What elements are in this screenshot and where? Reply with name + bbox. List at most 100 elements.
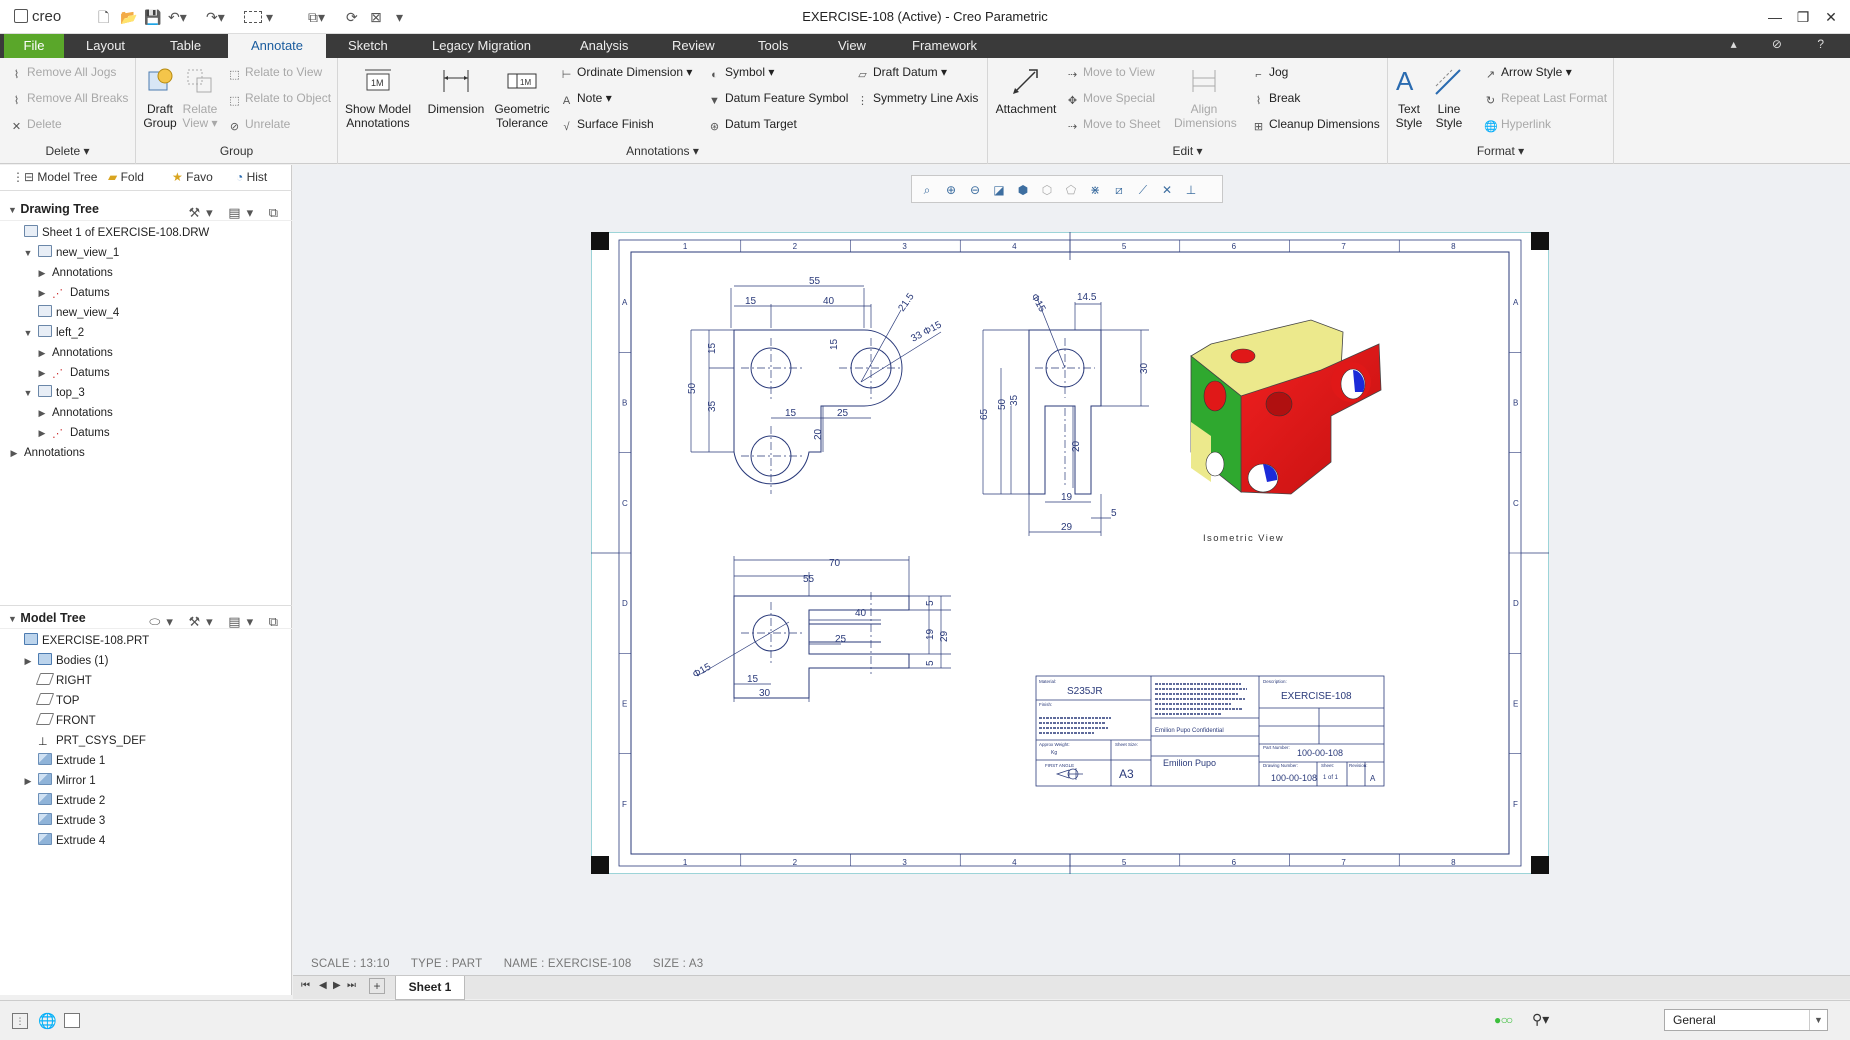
annotations-group-label[interactable]: Annotations ▾ bbox=[338, 144, 987, 158]
zoom-out-icon[interactable]: ⊖ bbox=[966, 181, 984, 199]
undo-icon[interactable]: ↶▾ bbox=[168, 9, 187, 25]
dim-35[interactable]: 35 bbox=[707, 400, 718, 412]
dim-25[interactable]: 25 bbox=[837, 408, 849, 419]
tree-row[interactable]: ⊥ PRT_CSYS_DEF bbox=[0, 731, 146, 751]
attachment-button[interactable]: Attachment bbox=[990, 64, 1062, 116]
dim-25-top[interactable]: 25 bbox=[835, 634, 847, 645]
expand-node-icon[interactable]: ▶ bbox=[36, 283, 48, 303]
drawing-tree-header[interactable]: ▼ Drawing Tree ⚒▾ ▤▾ ⧉ bbox=[0, 197, 292, 221]
view-manager-icon[interactable]: ⬠ bbox=[1062, 181, 1080, 199]
relate-to-object-button[interactable]: ⬚ Relate to Object bbox=[228, 90, 331, 108]
close-window-icon[interactable]: ⊠ bbox=[370, 9, 382, 25]
expand-node-icon[interactable]: ▶ bbox=[22, 771, 34, 791]
dim-29-top[interactable]: 29 bbox=[939, 630, 950, 642]
dim-30-top[interactable]: 30 bbox=[759, 688, 771, 699]
tb-part-number[interactable]: 100-00-108 bbox=[1297, 748, 1343, 758]
line-style-button[interactable]: Line Style bbox=[1430, 64, 1468, 130]
draft-group-button[interactable]: Draft Group bbox=[140, 64, 180, 130]
display-style-icon[interactable]: ⬢ bbox=[1014, 181, 1032, 199]
tb-material[interactable]: S235JR bbox=[1067, 686, 1103, 697]
dim-65[interactable]: 65 bbox=[979, 408, 990, 420]
format-group-label[interactable]: Format ▾ bbox=[1388, 144, 1613, 158]
dim-15-low[interactable]: 15 bbox=[785, 408, 797, 419]
tree-row[interactable]: Sheet 1 of EXERCISE-108.DRW bbox=[0, 223, 209, 243]
tab-file[interactable]: File bbox=[4, 34, 64, 58]
tb-author[interactable]: Emilion Pupo bbox=[1163, 758, 1216, 768]
tree-row[interactable]: ▶ ⋰ Datums bbox=[0, 423, 110, 443]
dim-20[interactable]: 20 bbox=[813, 428, 824, 440]
expand-node-icon[interactable]: ▶ bbox=[36, 423, 48, 443]
collapse-node-icon[interactable]: ▼ bbox=[22, 383, 34, 403]
tree-row[interactable]: ▼ top_3 bbox=[0, 383, 85, 403]
select-dropdown-icon[interactable]: ▾ bbox=[266, 9, 273, 25]
expand-node-icon[interactable]: ▶ bbox=[36, 363, 48, 383]
collapse-node-icon[interactable]: ▼ bbox=[22, 323, 34, 343]
save-icon[interactable]: 💾 bbox=[144, 9, 161, 25]
delete-group-label[interactable]: Delete ▾ bbox=[0, 144, 135, 158]
tab-layout[interactable]: Layout bbox=[72, 34, 139, 58]
tree-row[interactable]: ▶ ⋰ Datums bbox=[0, 283, 110, 303]
plane-display-icon[interactable]: ⧄ bbox=[1110, 181, 1128, 199]
expand-node-icon[interactable]: ▶ bbox=[36, 403, 48, 423]
remove-all-jogs-button[interactable]: ⌇ Remove All Jogs bbox=[10, 64, 117, 82]
new-file-icon[interactable]: 🗋 bbox=[98, 9, 109, 25]
dimension-button[interactable]: Dimension bbox=[424, 64, 488, 116]
model-tree-header[interactable]: ▼ Model Tree ⬭▾ ⚒▾ ▤▾ ⧉ bbox=[0, 605, 292, 629]
dim-5-top-b[interactable]: 5 bbox=[925, 660, 936, 666]
tab-review[interactable]: Review bbox=[658, 34, 729, 58]
move-to-view-button[interactable]: ⇢ Move to View bbox=[1066, 64, 1155, 82]
dim-50[interactable]: 50 bbox=[687, 382, 698, 394]
expand-node-icon[interactable]: ▶ bbox=[36, 263, 48, 283]
symmetry-line-axis-button[interactable]: ⋮ Symmetry Line Axis bbox=[856, 90, 978, 108]
dim-55[interactable]: 55 bbox=[809, 276, 821, 287]
text-style-button[interactable]: A Text Style bbox=[1390, 64, 1428, 130]
tab-model-tree[interactable]: ⋮⊟ Model Tree bbox=[12, 170, 97, 184]
drawing-sheet[interactable]: 1122334455667788A AB BC CD DE EF F 55 40 15 21… bbox=[591, 232, 1549, 874]
maximize-icon[interactable]: ❐ bbox=[1788, 6, 1818, 28]
tree-row[interactable]: ▼ new_view_1 bbox=[0, 243, 119, 263]
jog-button[interactable]: ⌐ Jog bbox=[1252, 64, 1288, 82]
datum-display-icon[interactable]: ⋇ bbox=[1086, 181, 1104, 199]
tree-row[interactable]: FRONT bbox=[0, 711, 96, 731]
show-model-annotations-button[interactable]: 1M Show Model Annotations bbox=[338, 64, 418, 130]
tree-row[interactable]: ▶ Annotations bbox=[0, 343, 113, 363]
edit-group-label[interactable]: Edit ▾ bbox=[988, 144, 1387, 158]
selection-filter[interactable]: General ▼ bbox=[1664, 1009, 1828, 1031]
tab-history[interactable]: ◔ Hist bbox=[236, 170, 267, 184]
surface-finish-button[interactable]: √ Surface Finish bbox=[560, 116, 653, 134]
next-sheet-icon[interactable]: ▶ bbox=[333, 980, 341, 991]
symbol-button[interactable]: ◐ Symbol ▾ bbox=[708, 64, 774, 82]
dim-20-side[interactable]: 20 bbox=[1071, 440, 1082, 452]
arrow-style-button[interactable]: ↗ Arrow Style ▾ bbox=[1484, 64, 1572, 82]
tree-row[interactable]: ▶ Annotations bbox=[0, 403, 113, 423]
dim-19[interactable]: 19 bbox=[1061, 492, 1073, 503]
tb-sheet[interactable]: 1 of 1 bbox=[1323, 775, 1339, 781]
tree-row[interactable]: ▼ left_2 bbox=[0, 323, 84, 343]
break-button[interactable]: ⌇ Break bbox=[1252, 90, 1301, 108]
regenerate-icon[interactable]: ⟳ bbox=[346, 9, 358, 25]
draft-datum-button[interactable]: ▱ Draft Datum ▾ bbox=[856, 64, 947, 82]
dim-5-side[interactable]: 5 bbox=[1111, 508, 1117, 519]
sheet-1-tab[interactable]: Sheet 1 bbox=[395, 976, 465, 1000]
collapse-model-tree-icon[interactable]: ▼ bbox=[8, 614, 17, 624]
cleanup-dimensions-button[interactable]: ⊞ Cleanup Dimensions bbox=[1252, 116, 1380, 134]
tab-view[interactable]: View bbox=[824, 34, 880, 58]
repeat-last-format-button[interactable]: ↻ Repeat Last Format bbox=[1484, 90, 1607, 108]
align-dimensions-button[interactable]: Align Dimensions bbox=[1174, 64, 1237, 130]
relate-to-view-button[interactable]: ⬚ Relate to View bbox=[228, 64, 322, 82]
tb-revision[interactable]: A bbox=[1370, 774, 1376, 783]
ribbon-options-icons[interactable]: ▴ ⊘ ? bbox=[1731, 37, 1840, 51]
dim-40[interactable]: 40 bbox=[823, 296, 835, 307]
add-sheet-icon[interactable]: + bbox=[369, 978, 385, 994]
chevron-down-icon[interactable]: ▼ bbox=[1809, 1010, 1827, 1030]
find-icon[interactable]: ⚲▾ bbox=[1532, 1011, 1549, 1028]
datum-feature-symbol-button[interactable]: ▼ Datum Feature Symbol bbox=[708, 90, 848, 108]
hyperlink-button[interactable]: 🌐 Hyperlink bbox=[1484, 116, 1551, 134]
dim-15-top[interactable]: 15 bbox=[745, 296, 757, 307]
tab-legacy-migration[interactable]: Legacy Migration bbox=[418, 34, 545, 58]
tab-table[interactable]: Table bbox=[156, 34, 215, 58]
open-file-icon[interactable]: 📂 bbox=[120, 9, 137, 25]
dim-19-top[interactable]: 19 bbox=[925, 628, 936, 640]
saved-views-icon[interactable]: ⬡ bbox=[1038, 181, 1056, 199]
ordinate-dimension-button[interactable]: ⊢ Ordinate Dimension ▾ bbox=[560, 64, 693, 82]
